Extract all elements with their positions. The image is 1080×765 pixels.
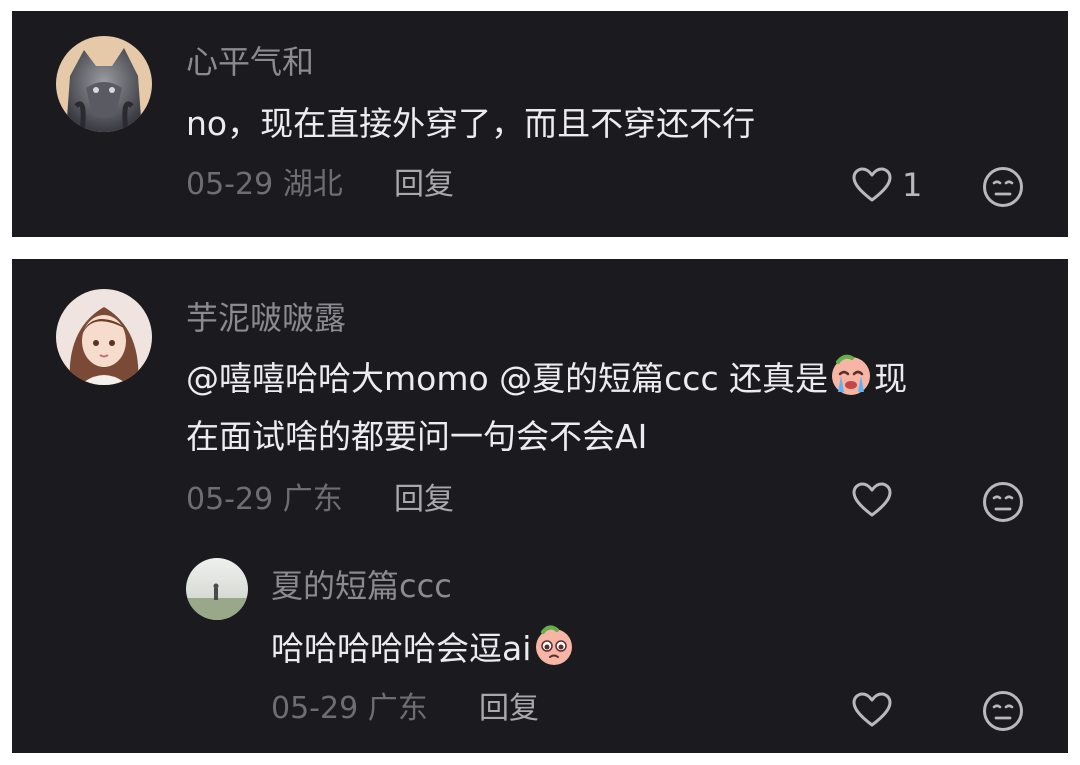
comment-location: 广东 xyxy=(282,482,343,517)
comment-text: no，现在直接外穿了，而且不穿还不行 xyxy=(186,104,756,143)
reply-button[interactable]: 回复 xyxy=(394,165,454,205)
comment-card: 心平气和 no，现在直接外穿了，而且不穿还不行 05-29 湖北 回复 1 xyxy=(12,11,1068,237)
reply-username[interactable]: 夏的短篇ccc xyxy=(271,566,452,606)
comment-location: 湖北 xyxy=(282,167,343,202)
comment-meta: 05-29 湖北 xyxy=(186,165,343,205)
like-button[interactable] xyxy=(852,692,892,728)
reply-date: 05-29 xyxy=(271,691,359,726)
comment-text-line1-end: 现 xyxy=(874,359,908,398)
comment-username[interactable]: 心平气和 xyxy=(186,42,314,82)
reply-button[interactable]: 回复 xyxy=(479,689,539,729)
heart-outline-icon xyxy=(852,482,892,517)
landscape-avatar-icon xyxy=(186,558,248,620)
meh-face-icon xyxy=(983,482,1023,522)
comment-date: 05-29 xyxy=(186,167,274,202)
comment-text-line2: 在面试啥的都要问一句会不会AI xyxy=(186,417,648,456)
comment-card: 芋泥啵啵露 @嘻嘻哈哈大momo @夏的短篇ccc 还真是 现 在面试啥的都要问… xyxy=(12,259,1068,753)
meh-face-icon xyxy=(983,167,1023,207)
reply-location: 广东 xyxy=(367,691,428,726)
comment-meta: 05-29 广东 xyxy=(186,480,343,520)
reply-button[interactable]: 回复 xyxy=(394,480,454,520)
user-avatar[interactable] xyxy=(56,289,152,385)
heart-outline-icon xyxy=(852,167,892,202)
reply-text: 哈哈哈哈哈会逗ai xyxy=(271,621,577,677)
like-button[interactable] xyxy=(852,482,892,518)
heart-outline-icon xyxy=(852,692,892,727)
like-button[interactable]: 1 xyxy=(852,165,922,205)
comment-text: @嘻嘻哈哈大momo @夏的短篇ccc 还真是 现 xyxy=(186,351,907,407)
anime-girl-avatar-icon xyxy=(56,289,152,385)
dislike-button[interactable] xyxy=(982,690,1024,732)
comment-date: 05-29 xyxy=(186,482,274,517)
reply-text-body: 哈哈哈哈哈会逗ai xyxy=(271,629,532,668)
comment-username[interactable]: 芋泥啵啵露 xyxy=(186,298,346,338)
dislike-button[interactable] xyxy=(982,481,1024,523)
pleading-face-emoji-icon xyxy=(531,622,577,668)
dislike-button[interactable] xyxy=(982,166,1024,208)
reply-avatar[interactable] xyxy=(186,558,248,620)
wolf-avatar-icon xyxy=(56,36,152,132)
user-avatar[interactable] xyxy=(56,36,152,132)
reply-meta: 05-29 广东 xyxy=(271,689,428,729)
comment-text-line1: @嘻嘻哈哈大momo @夏的短篇ccc 还真是 xyxy=(186,359,829,398)
like-count: 1 xyxy=(902,166,923,204)
crying-face-emoji-icon xyxy=(828,352,874,398)
meh-face-icon xyxy=(983,691,1023,731)
